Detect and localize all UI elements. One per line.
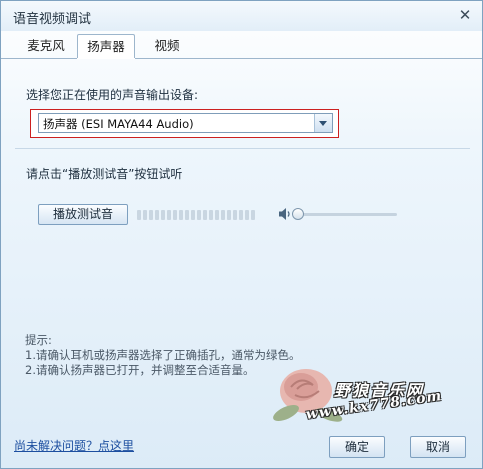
help-link[interactable]: 尚未解决问题？点这里: [14, 437, 134, 454]
tip-line-1: 1.请确认耳机或扬声器选择了正确插孔，通常为绿色。: [25, 348, 301, 362]
tab-microphone[interactable]: 麦克风: [15, 34, 77, 58]
tab-video[interactable]: 视频: [139, 34, 195, 58]
section-divider: [15, 148, 470, 149]
cancel-button[interactable]: 取消: [410, 436, 466, 458]
volume-slider-thumb[interactable]: [292, 208, 304, 220]
output-device-value: 扬声器 (ESI MAYA44 Audio): [43, 117, 194, 131]
play-test-sound-button[interactable]: 播放测试音: [38, 204, 128, 225]
tab-speaker[interactable]: 扬声器: [77, 34, 135, 59]
volume-slider-track[interactable]: [297, 213, 397, 216]
chevron-down-icon[interactable]: [314, 114, 332, 132]
speaker-icon[interactable]: [278, 207, 292, 221]
close-icon[interactable]: ✕: [457, 7, 473, 23]
tips-heading: 提示:: [25, 333, 52, 347]
ok-button[interactable]: 确定: [329, 436, 385, 458]
tip-line-2: 2.请确认扬声器已打开，并调整至合适音量。: [25, 363, 255, 377]
active-tab-gap: [77, 58, 135, 59]
tips-section: 提示: 1.请确认耳机或扬声器选择了正确插孔，通常为绿色。 2.请确认扬声器已打…: [25, 333, 300, 378]
output-device-select[interactable]: 扬声器 (ESI MAYA44 Audio): [38, 113, 333, 133]
title-bar[interactable]: 语音视频调试 ✕: [1, 1, 482, 31]
audio-video-settings-window: 语音视频调试 ✕ 麦克风 扬声器 视频 选择您正在使用的声音输出设备: 扬声器 …: [0, 0, 483, 469]
tab-divider: [1, 58, 482, 59]
window-title: 语音视频调试: [13, 12, 92, 27]
output-device-label: 选择您正在使用的声音输出设备:: [26, 88, 199, 102]
test-instruction-label: 请点击“播放测试音”按钮试听: [26, 167, 183, 181]
